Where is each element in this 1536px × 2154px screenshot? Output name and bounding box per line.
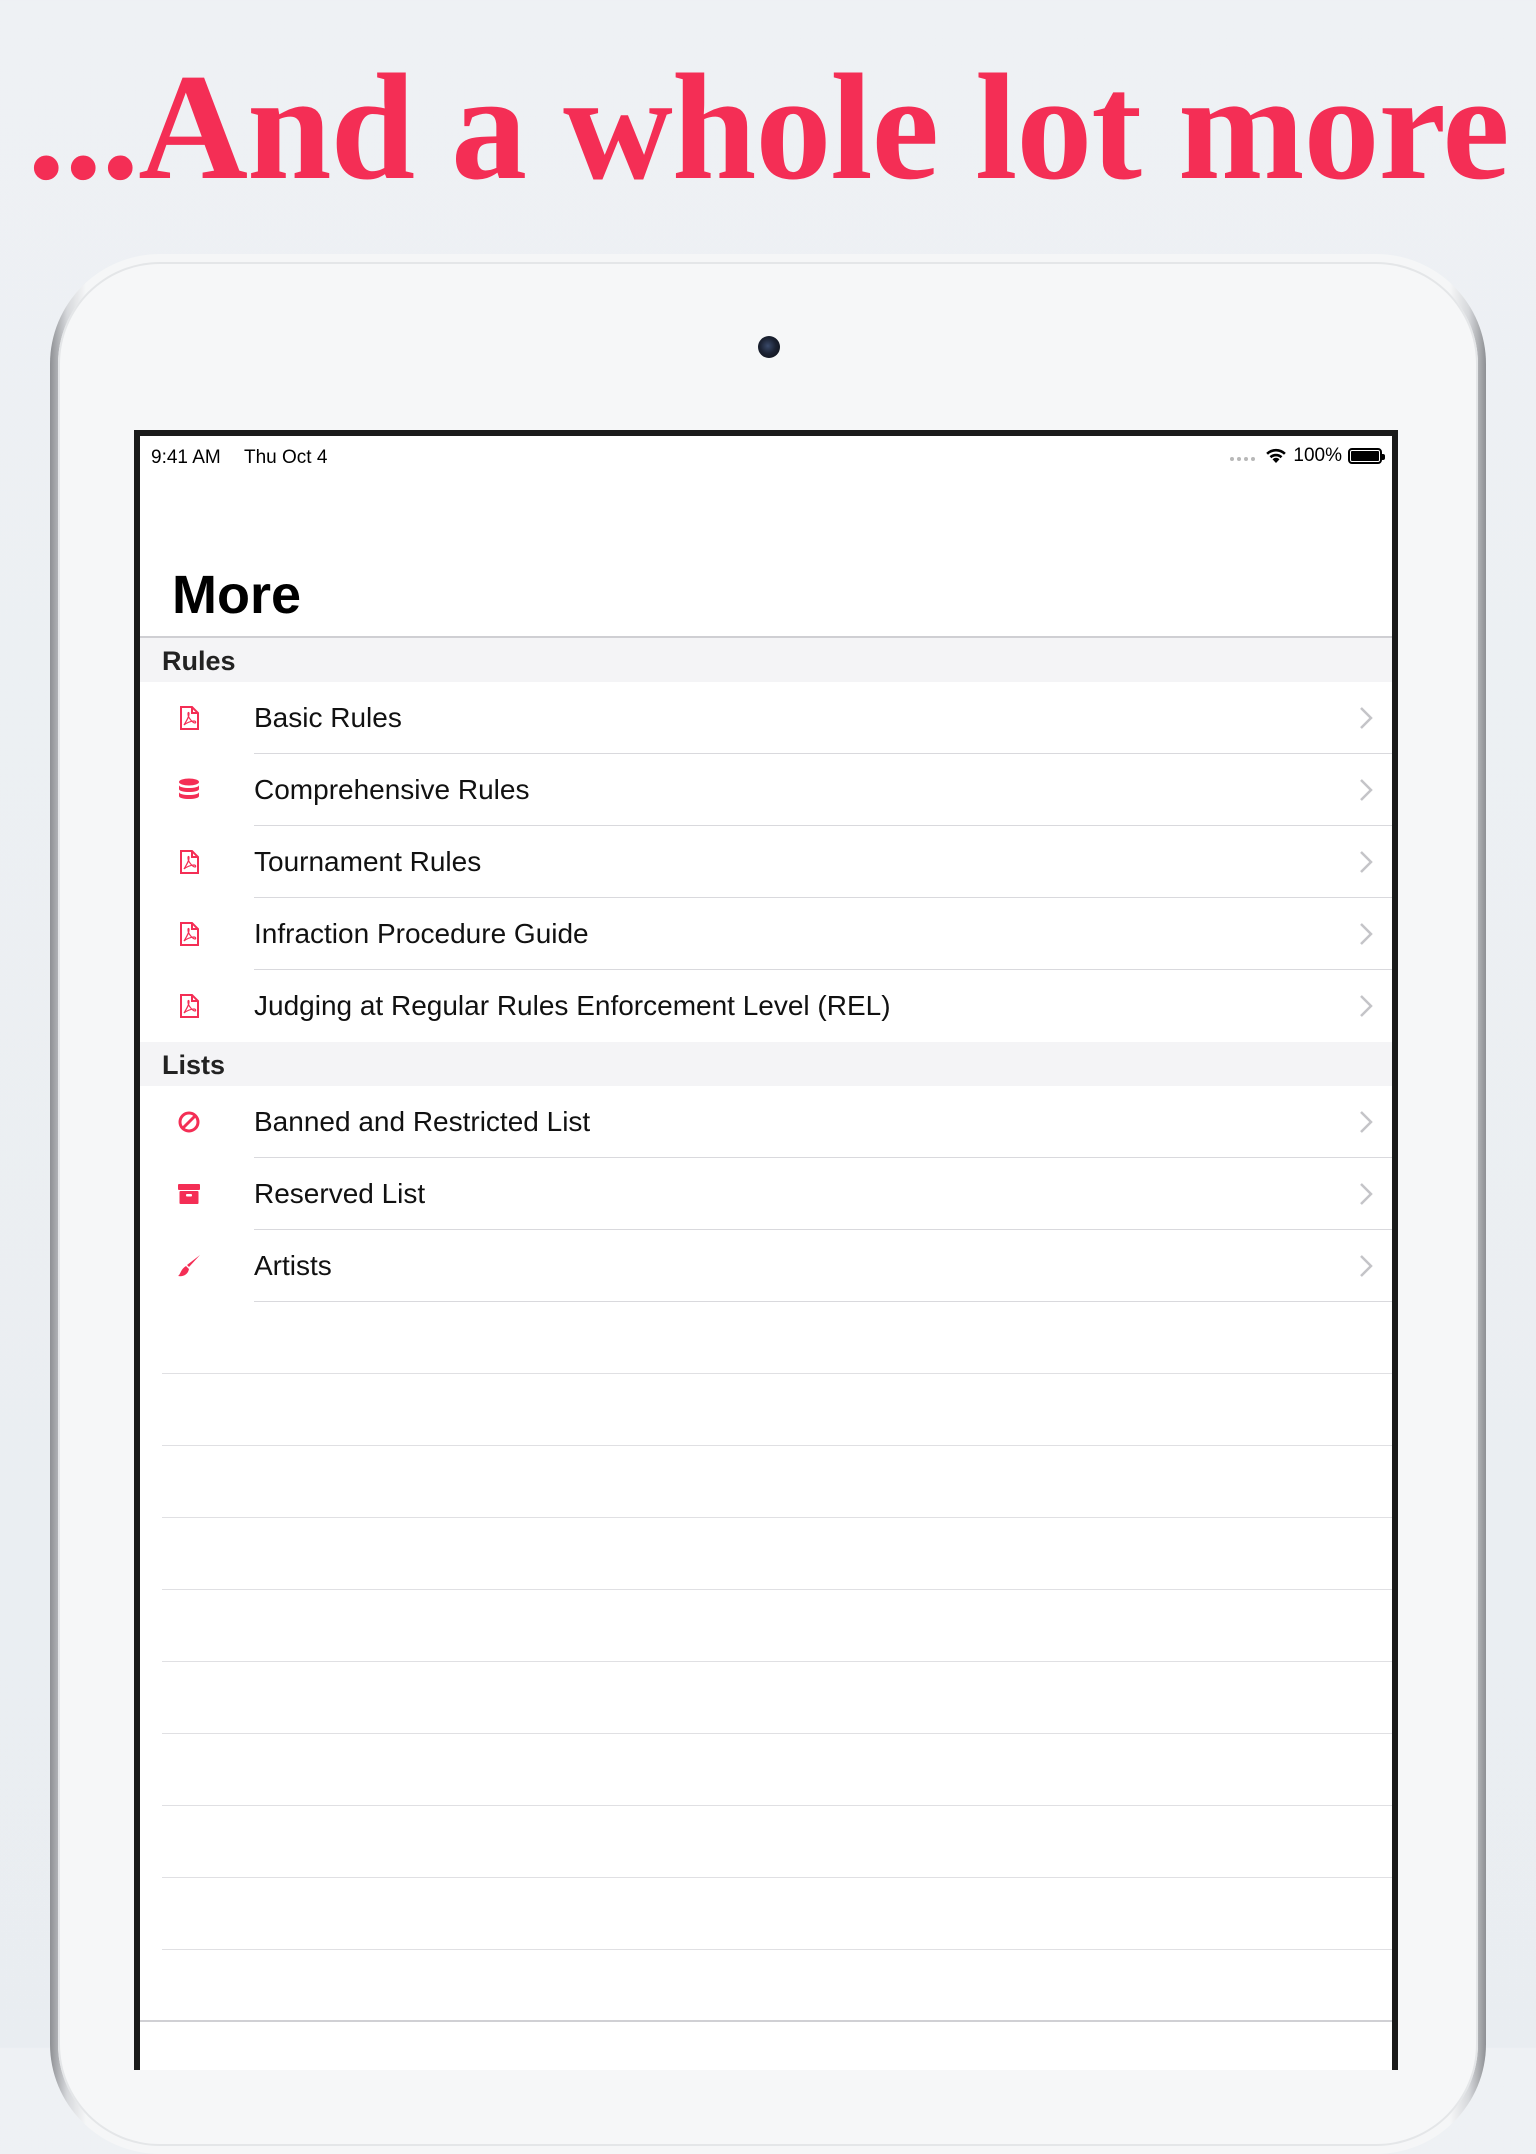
list-item-infraction-procedure-guide[interactable]: Infraction Procedure Guide xyxy=(140,898,1392,970)
list-item-comprehensive-rules[interactable]: Comprehensive Rules xyxy=(140,754,1392,826)
list-item-banned-and-restricted[interactable]: Banned and Restricted List xyxy=(140,1086,1392,1158)
section-title: Rules xyxy=(162,646,236,676)
row-separator xyxy=(254,1301,1392,1302)
chevron-right-icon xyxy=(1360,779,1373,801)
paintbrush-icon xyxy=(178,1255,200,1277)
list-item-label: Infraction Procedure Guide xyxy=(254,918,589,949)
front-camera xyxy=(758,336,780,358)
chevron-right-icon xyxy=(1360,1183,1373,1205)
chevron-right-icon xyxy=(1360,707,1373,729)
list-item-basic-rules[interactable]: Basic Rules xyxy=(140,682,1392,754)
empty-row-separator xyxy=(162,1589,1392,1590)
chevron-right-icon xyxy=(1360,1255,1373,1277)
tab-bar-divider xyxy=(140,2020,1392,2022)
status-indicators: 100% xyxy=(1230,445,1385,467)
section-header-rules: Rules xyxy=(140,638,1392,682)
pdf-icon xyxy=(180,922,199,946)
chevron-right-icon xyxy=(1360,995,1373,1017)
chevron-right-icon xyxy=(1360,923,1373,945)
empty-row-separator xyxy=(162,1877,1392,1878)
empty-row-separator xyxy=(162,1661,1392,1662)
list-item-reserved-list[interactable]: Reserved List xyxy=(140,1158,1392,1230)
pdf-icon xyxy=(180,850,199,874)
status-date: Thu Oct 4 xyxy=(244,447,328,468)
status-bar: 9:41 AM Thu Oct 4 100% xyxy=(140,436,1392,472)
chevron-right-icon xyxy=(1360,1111,1373,1133)
wifi-icon xyxy=(1266,448,1287,463)
section-title: Lists xyxy=(162,1050,226,1080)
headline: ...And a whole lot more xyxy=(27,43,1510,211)
battery-percentage: 100% xyxy=(1293,445,1342,466)
list-item-label: Basic Rules xyxy=(254,702,402,733)
list-item-artists[interactable]: Artists xyxy=(140,1230,1392,1302)
list-item-judging-at-rel[interactable]: Judging at Regular Rules Enforcement Lev… xyxy=(140,970,1392,1042)
empty-row-separator xyxy=(162,1373,1392,1374)
prohibited-icon xyxy=(178,1111,200,1133)
list-item-label: Comprehensive Rules xyxy=(254,774,530,805)
list-item-tournament-rules[interactable]: Tournament Rules xyxy=(140,826,1392,898)
section-header-lists: Lists xyxy=(140,1042,1392,1086)
signal-dots-icon xyxy=(1230,457,1256,461)
status-time: 9:41 AM xyxy=(151,447,221,468)
list-item-label: Judging at Regular Rules Enforcement Lev… xyxy=(254,990,891,1021)
device-screen: 9:41 AM Thu Oct 4 100% More Rules Basic … xyxy=(134,430,1398,2070)
database-icon xyxy=(179,778,199,799)
chevron-right-icon xyxy=(1360,851,1373,873)
page-title: More xyxy=(172,565,302,625)
empty-row-separator xyxy=(162,1517,1392,1518)
empty-row-separator xyxy=(162,1805,1392,1806)
pdf-icon xyxy=(180,706,199,730)
list-item-label: Artists xyxy=(254,1250,332,1281)
battery-icon xyxy=(1348,448,1385,464)
archive-box-icon xyxy=(178,1184,200,1204)
list-item-label: Tournament Rules xyxy=(254,846,482,877)
list-item-label: Reserved List xyxy=(254,1178,426,1209)
empty-row-separator xyxy=(162,1733,1392,1734)
empty-row-separator xyxy=(162,1949,1392,1950)
pdf-icon xyxy=(180,994,199,1018)
list-item-label: Banned and Restricted List xyxy=(254,1106,591,1137)
empty-row-separator xyxy=(162,1445,1392,1446)
